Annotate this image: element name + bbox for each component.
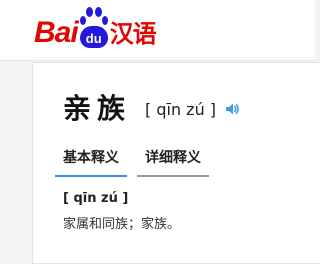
logo-letters-ai: ai — [54, 16, 79, 49]
logo-du-pad: du — [79, 26, 108, 48]
site-header: Bai du 汉语 — [0, 0, 315, 61]
logo-hanyu-text: 汉语 — [109, 20, 157, 48]
logo-letter-b: B — [34, 16, 56, 49]
baidu-hanyu-logo[interactable]: Bai du 汉语 — [34, 2, 157, 54]
entry-word: 亲族 — [63, 92, 132, 125]
entry-card: 亲族 [ qīn zú ] 基本释义 详细释义 [ qīn zú ] 家属和同族… — [32, 62, 320, 264]
entry-pinyin: [ qīn zú ] — [145, 99, 217, 119]
logo-du-text: du — [85, 30, 102, 46]
definition-pinyin: [ qīn zú ] — [63, 191, 129, 206]
speaker-icon[interactable] — [224, 101, 240, 117]
definition-text: 家属和同族；家族。 — [63, 217, 181, 232]
word-header: 亲族 [ qīn zú ] — [63, 87, 240, 127]
definition-tabs: 基本释义 详细释义 — [55, 147, 219, 177]
tab-basic-definition[interactable]: 基本释义 — [55, 147, 127, 177]
paw-icon: du — [79, 4, 109, 54]
logo-bai-text: Bai — [34, 16, 79, 49]
tab-detailed-definition[interactable]: 详细释义 — [137, 147, 209, 177]
